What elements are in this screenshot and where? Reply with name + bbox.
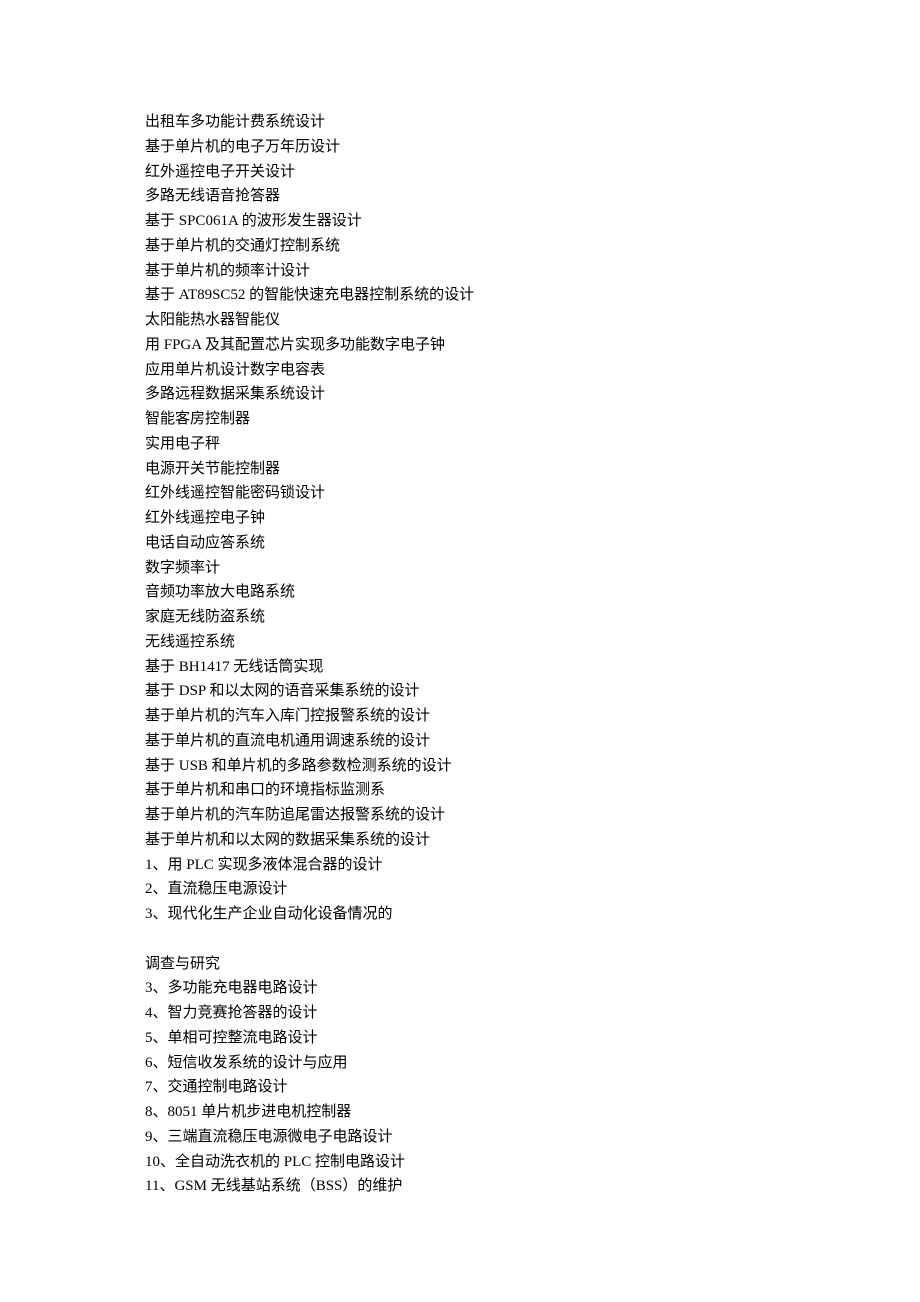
list-item: 基于单片机的汽车防追尾雷达报警系统的设计 [145, 803, 785, 828]
list-item: 基于单片机的汽车入库门控报警系统的设计 [145, 704, 785, 729]
list-item: 10、全自动洗衣机的 PLC 控制电路设计 [145, 1150, 785, 1175]
list-item: 6、短信收发系统的设计与应用 [145, 1051, 785, 1076]
list-item: 基于单片机的电子万年历设计 [145, 135, 785, 160]
list-item: 出租车多功能计费系统设计 [145, 110, 785, 135]
list-item: 基于 USB 和单片机的多路参数检测系统的设计 [145, 754, 785, 779]
list-item: 太阳能热水器智能仪 [145, 308, 785, 333]
list-item: 红外线遥控电子钟 [145, 506, 785, 531]
list-item: 基于 SPC061A 的波形发生器设计 [145, 209, 785, 234]
list-item: 家庭无线防盗系统 [145, 605, 785, 630]
blank-line [145, 927, 785, 952]
document-page: 出租车多功能计费系统设计 基于单片机的电子万年历设计 红外遥控电子开关设计 多路… [0, 0, 785, 1199]
list-item: 基于 DSP 和以太网的语音采集系统的设计 [145, 679, 785, 704]
list-item: 基于单片机和串口的环境指标监测系 [145, 778, 785, 803]
list-item: 应用单片机设计数字电容表 [145, 358, 785, 383]
list-item: 4、智力竞赛抢答器的设计 [145, 1001, 785, 1026]
list-item: 1、用 PLC 实现多液体混合器的设计 [145, 853, 785, 878]
list-item: 基于单片机的交通灯控制系统 [145, 234, 785, 259]
list-item: 5、单相可控整流电路设计 [145, 1026, 785, 1051]
list-item: 实用电子秤 [145, 432, 785, 457]
list-item: 多路无线语音抢答器 [145, 184, 785, 209]
list-item: 3、现代化生产企业自动化设备情况的 [145, 902, 785, 927]
list-item: 7、交通控制电路设计 [145, 1075, 785, 1100]
list-item: 3、多功能充电器电路设计 [145, 976, 785, 1001]
list-item: 基于单片机的频率计设计 [145, 259, 785, 284]
list-item: 9、三端直流稳压电源微电子电路设计 [145, 1125, 785, 1150]
list-item: 基于 BH1417 无线话筒实现 [145, 655, 785, 680]
list-item: 无线遥控系统 [145, 630, 785, 655]
list-item: 8、8051 单片机步进电机控制器 [145, 1100, 785, 1125]
list-item: 红外线遥控智能密码锁设计 [145, 481, 785, 506]
list-item: 11、GSM 无线基站系统（BSS）的维护 [145, 1174, 785, 1199]
list-item: 基于单片机的直流电机通用调速系统的设计 [145, 729, 785, 754]
list-item: 电话自动应答系统 [145, 531, 785, 556]
list-item: 调查与研究 [145, 952, 785, 977]
list-item: 用 FPGA 及其配置芯片实现多功能数字电子钟 [145, 333, 785, 358]
list-item: 电源开关节能控制器 [145, 457, 785, 482]
list-item: 2、直流稳压电源设计 [145, 877, 785, 902]
list-item: 数字频率计 [145, 556, 785, 581]
list-item: 基于 AT89SC52 的智能快速充电器控制系统的设计 [145, 283, 785, 308]
list-item: 音频功率放大电路系统 [145, 580, 785, 605]
list-item: 多路远程数据采集系统设计 [145, 382, 785, 407]
list-item: 智能客房控制器 [145, 407, 785, 432]
list-item: 红外遥控电子开关设计 [145, 160, 785, 185]
list-item: 基于单片机和以太网的数据采集系统的设计 [145, 828, 785, 853]
